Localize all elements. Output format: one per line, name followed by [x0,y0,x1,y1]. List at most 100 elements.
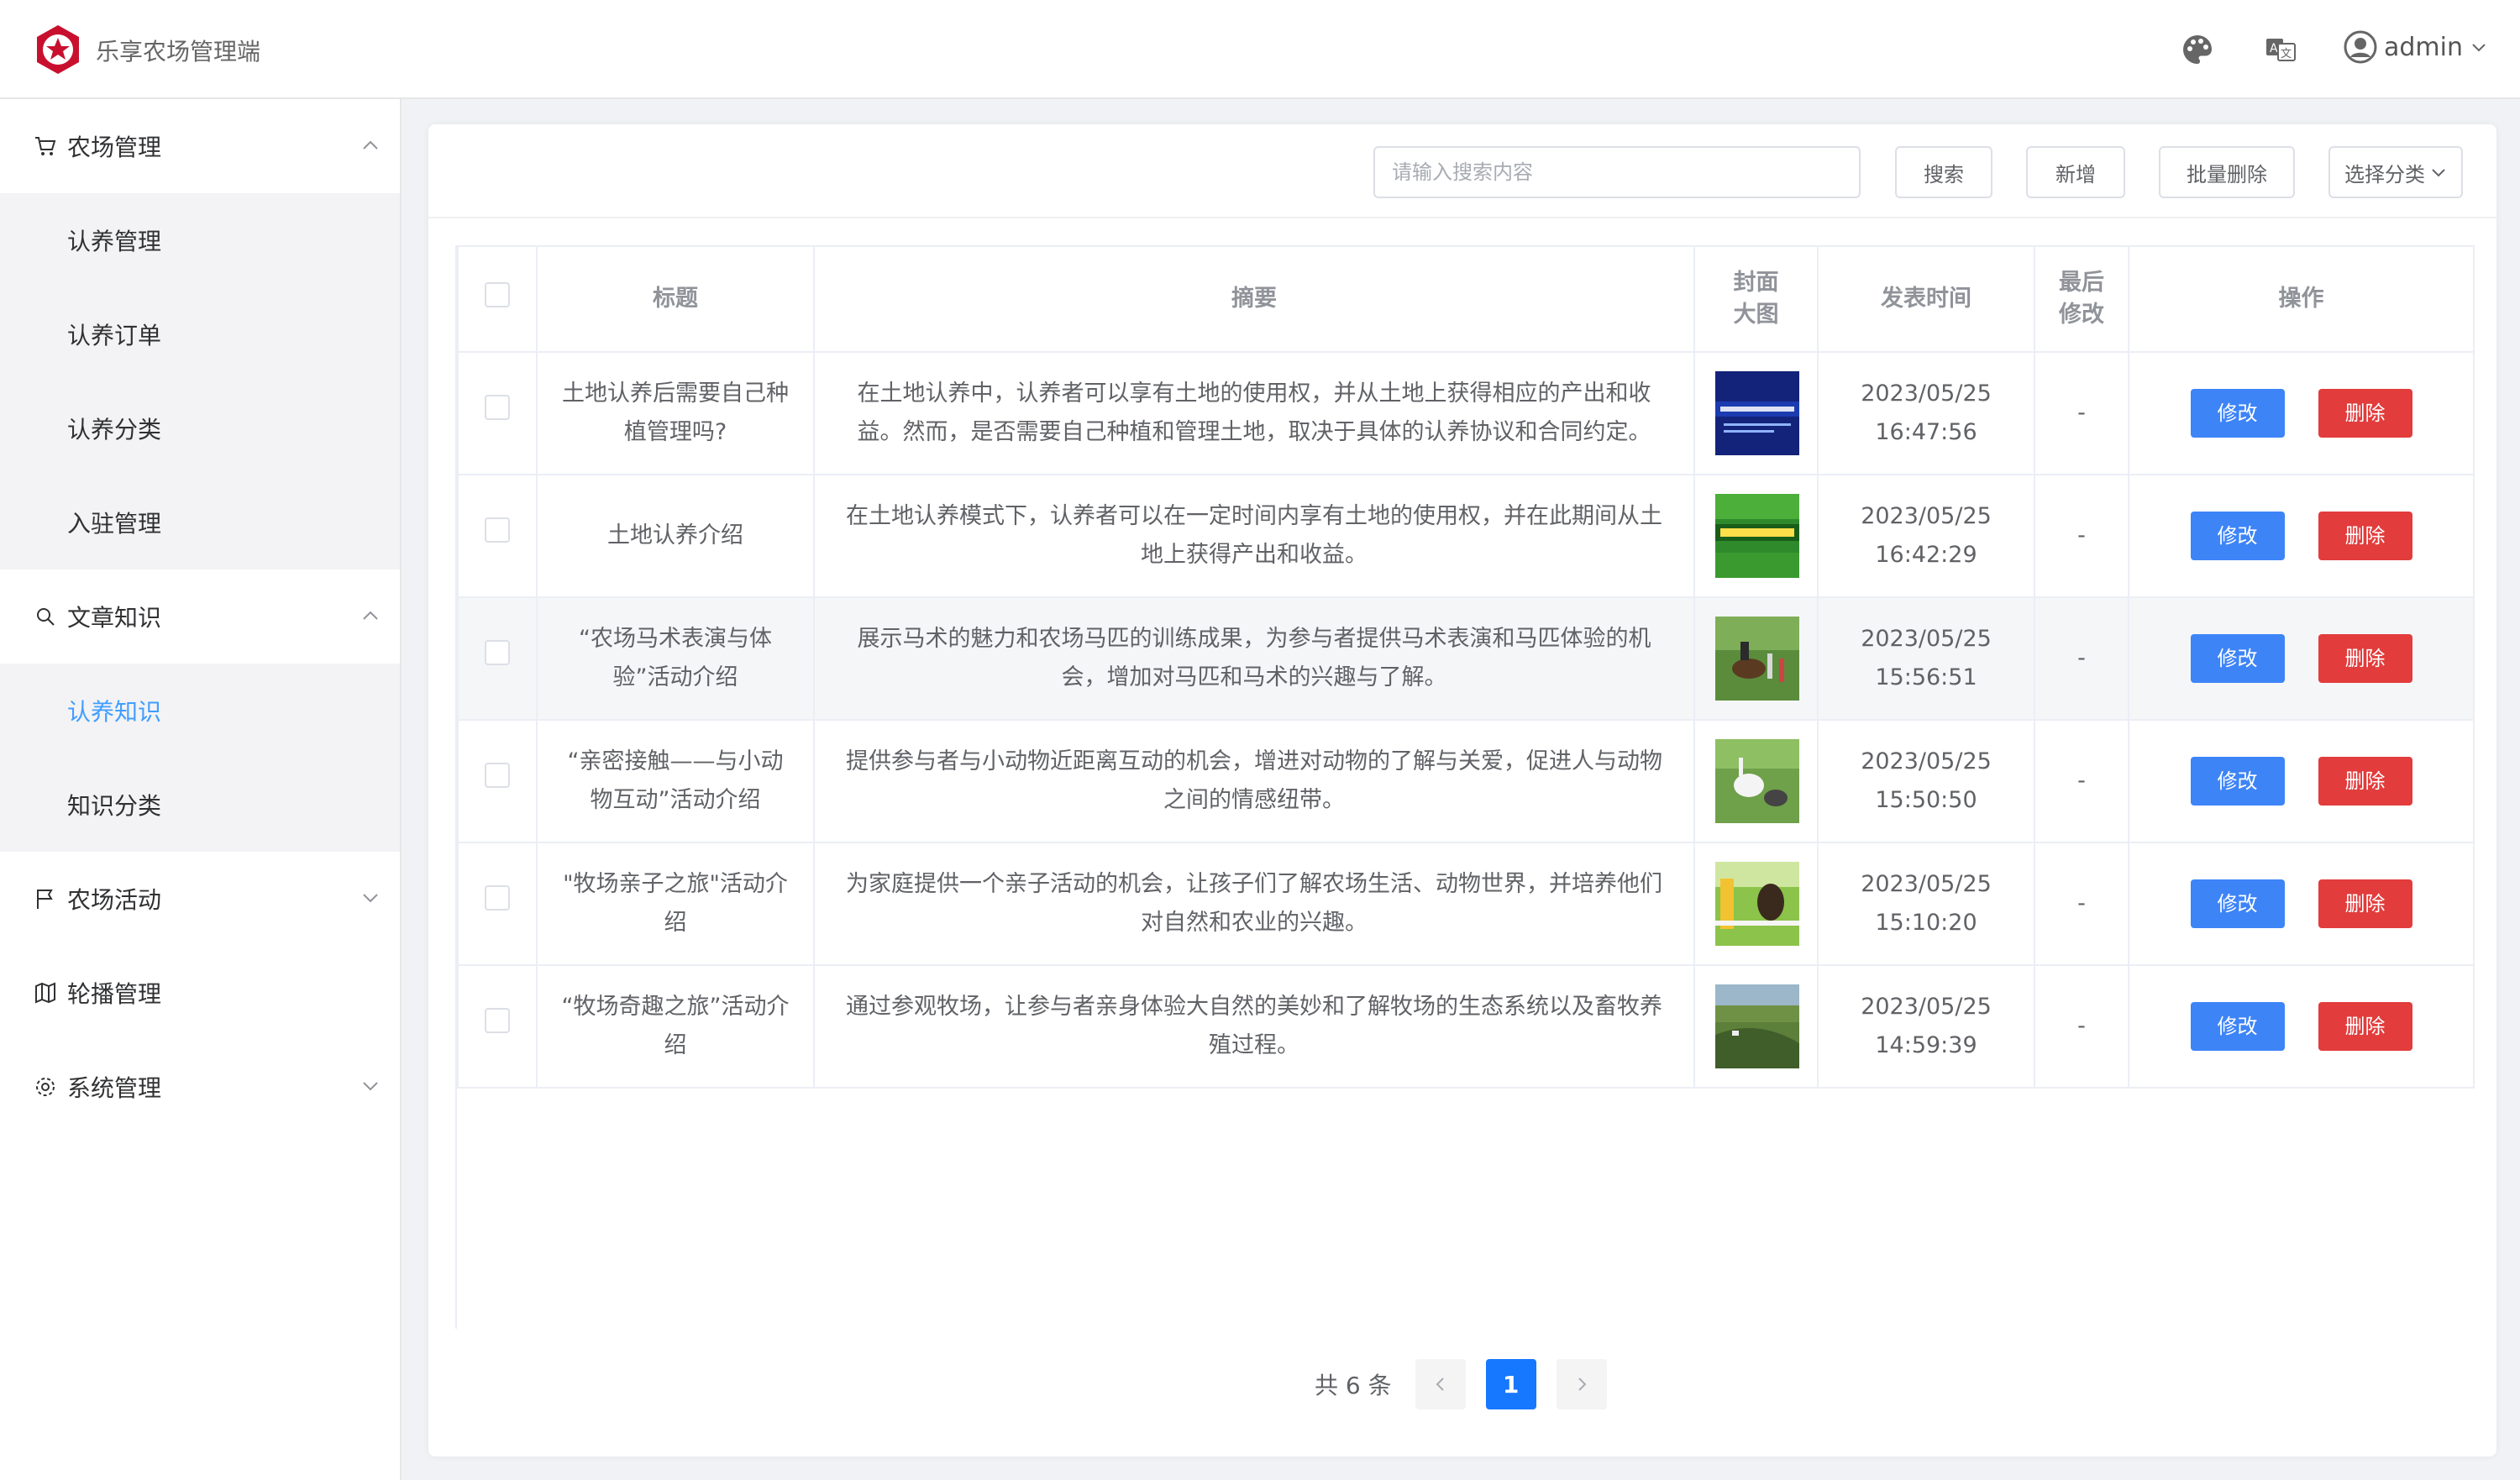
row-summary: 在土地认养模式下，认养者可以在一定时间内享有土地的使用权，并在此期间从土地上获得… [813,474,1695,598]
menu-farm-activities[interactable]: 农场活动 [0,852,400,946]
header-last-modified: 最后修改 [2034,245,2129,353]
sidebar-item-settlement-management[interactable]: 入驻管理 [0,475,400,569]
menu-label: 农场活动 [67,886,162,914]
next-page-button[interactable] [1556,1359,1607,1409]
sidebar-item-adoption-knowledge[interactable]: 认养知识 [0,664,400,758]
avatar-icon [2344,30,2377,64]
row-summary: 为家庭提供一个亲子活动的机会，让孩子们了解农场生活、动物世界，并培养他们对自然和… [813,842,1695,966]
row-checkbox[interactable] [485,885,510,911]
row-checkbox[interactable] [485,517,510,543]
edit-button[interactable]: 修改 [2190,1002,2285,1051]
edit-button[interactable]: 修改 [2190,389,2285,438]
row-title: “亲密接触——与小动物互动”活动介绍 [536,719,815,843]
chevron-down-icon [2432,169,2445,177]
sidebar-item-adoption-categories[interactable]: 认养分类 [0,381,400,475]
row-modified: - [2034,842,2129,966]
page-button-current[interactable]: 1 [1485,1359,1536,1409]
cover-image [1715,739,1799,823]
table-row: “农场马术表演与体验”活动介绍 展示马术的魅力和农场马匹的训练成果，为参与者提供… [457,596,2475,721]
edit-button[interactable]: 修改 [2190,879,2285,928]
row-date: 2023/05/25 [1861,503,1992,529]
gear-icon [36,1078,55,1096]
table-row: "牧场亲子之旅"活动介绍 为家庭提供一个亲子活动的机会，让孩子们了解农场生活、动… [457,842,2475,966]
edit-button[interactable]: 修改 [2190,634,2285,683]
row-title: “牧场奇趣之旅”活动介绍 [536,964,815,1089]
row-checkbox[interactable] [485,640,510,665]
pagination-total: 共 6 条 [1315,1372,1392,1399]
header-select-all[interactable] [457,245,538,353]
table-row: 土地认养后需要自己种植管理吗? 在土地认养中，认养者可以享有土地的使用权，并从土… [457,351,2475,475]
chevron-right-icon [1578,1378,1587,1391]
chevron-down-icon [363,894,378,903]
category-select-value: 选择分类 [2344,162,2425,186]
chevron-down-icon [2472,44,2486,52]
delete-button[interactable]: 删除 [2318,879,2412,928]
delete-button[interactable]: 删除 [2318,634,2412,683]
row-date: 2023/05/25 [1861,871,1992,897]
sidebar-item-adoption-orders[interactable]: 认养订单 [0,287,400,381]
row-date: 2023/05/25 [1861,748,1992,774]
delete-button[interactable]: 删除 [2318,512,2412,560]
header-title: 标题 [536,245,815,353]
cart-icon [35,137,56,155]
articles-table: 标题 摘要 封面大图 发表时间 最后修改 操作 土地认养后需要自己种植管理吗? … [455,245,2475,1329]
row-checkbox[interactable] [485,395,510,420]
submenu-farm-management: 认养管理 认养订单 认养分类 入驻管理 [0,193,400,569]
toolbar: 搜索 新增 批量删除 选择分类 [428,124,2496,218]
menu-article-knowledge[interactable]: 文章知识 [0,569,400,664]
delete-button[interactable]: 删除 [2318,757,2412,806]
category-select[interactable]: 选择分类 [2328,146,2463,198]
row-date: 2023/05/25 [1861,380,1992,407]
edit-button[interactable]: 修改 [2190,512,2285,560]
row-time: 16:42:29 [1875,542,1977,568]
content-card: 搜索 新增 批量删除 选择分类 标题 摘要 封面大图 发表时间 最后修改 操作 [428,124,2496,1456]
add-button[interactable]: 新增 [2026,146,2125,198]
search-icon [37,608,55,626]
search-input[interactable] [1373,146,1861,198]
translate-icon[interactable]: A 文 [2263,32,2298,67]
select-all-checkbox[interactable] [485,281,510,307]
batch-delete-button[interactable]: 批量删除 [2159,146,2295,198]
row-date: 2023/05/25 [1861,994,1992,1020]
row-time: 14:59:39 [1875,1032,1977,1058]
row-time: 15:50:50 [1875,787,1977,813]
chevron-left-icon [1436,1378,1444,1391]
sidebar: 农场管理 认养管理 认养订单 认养分类 入驻管理 文章知识 认养知识 知识分类 … [0,99,402,1480]
map-icon [35,982,55,1004]
header-summary: 摘要 [813,245,1695,353]
row-modified: - [2034,474,2129,598]
sidebar-item-adoption-management[interactable]: 认养管理 [0,193,400,287]
row-modified: - [2034,596,2129,721]
pagination: 共 6 条 1 [1315,1359,1607,1409]
row-title: 土地认养后需要自己种植管理吗? [536,351,815,475]
palette-icon[interactable] [2180,32,2215,67]
delete-button[interactable]: 删除 [2318,389,2412,438]
sidebar-item-knowledge-categories[interactable]: 知识分类 [0,758,400,852]
row-time: 16:47:56 [1875,419,1977,445]
table-row: 土地认养介绍 在土地认养模式下，认养者可以在一定时间内享有土地的使用权，并在此期… [457,474,2475,598]
logo-icon [37,25,79,74]
chevron-up-icon [363,140,378,150]
header-publish-time: 发表时间 [1817,245,2035,353]
top-header: 乐享农场管理端 A 文 admin [0,0,2520,99]
row-summary: 展示马术的魅力和农场马匹的训练成果，为参与者提供马术表演和马匹体验的机会，增加对… [813,596,1695,721]
menu-system-management[interactable]: 系统管理 [0,1040,400,1134]
search-button[interactable]: 搜索 [1895,146,1992,198]
row-modified: - [2034,719,2129,843]
table-row: “牧场奇趣之旅”活动介绍 通过参观牧场，让参与者亲身体验大自然的美妙和了解牧场的… [457,964,2475,1089]
svg-text:文: 文 [2281,48,2292,60]
prev-page-button[interactable] [1415,1359,1466,1409]
menu-carousel-management[interactable]: 轮播管理 [0,946,400,1040]
menu-farm-management[interactable]: 农场管理 [0,99,400,193]
user-menu[interactable]: admin [2344,30,2488,64]
row-checkbox[interactable] [485,1008,510,1033]
edit-button[interactable]: 修改 [2190,757,2285,806]
row-title: “农场马术表演与体验”活动介绍 [536,596,815,721]
menu-label: 农场管理 [67,134,162,161]
table-header-row: 标题 摘要 封面大图 发表时间 最后修改 操作 [457,245,2475,353]
menu-label: 轮播管理 [67,980,162,1008]
delete-button[interactable]: 删除 [2318,1002,2412,1051]
table-row: “亲密接触——与小动物互动”活动介绍 提供参与者与小动物近距离互动的机会，增进对… [457,719,2475,843]
row-checkbox[interactable] [485,763,510,788]
flag-icon [37,890,53,909]
